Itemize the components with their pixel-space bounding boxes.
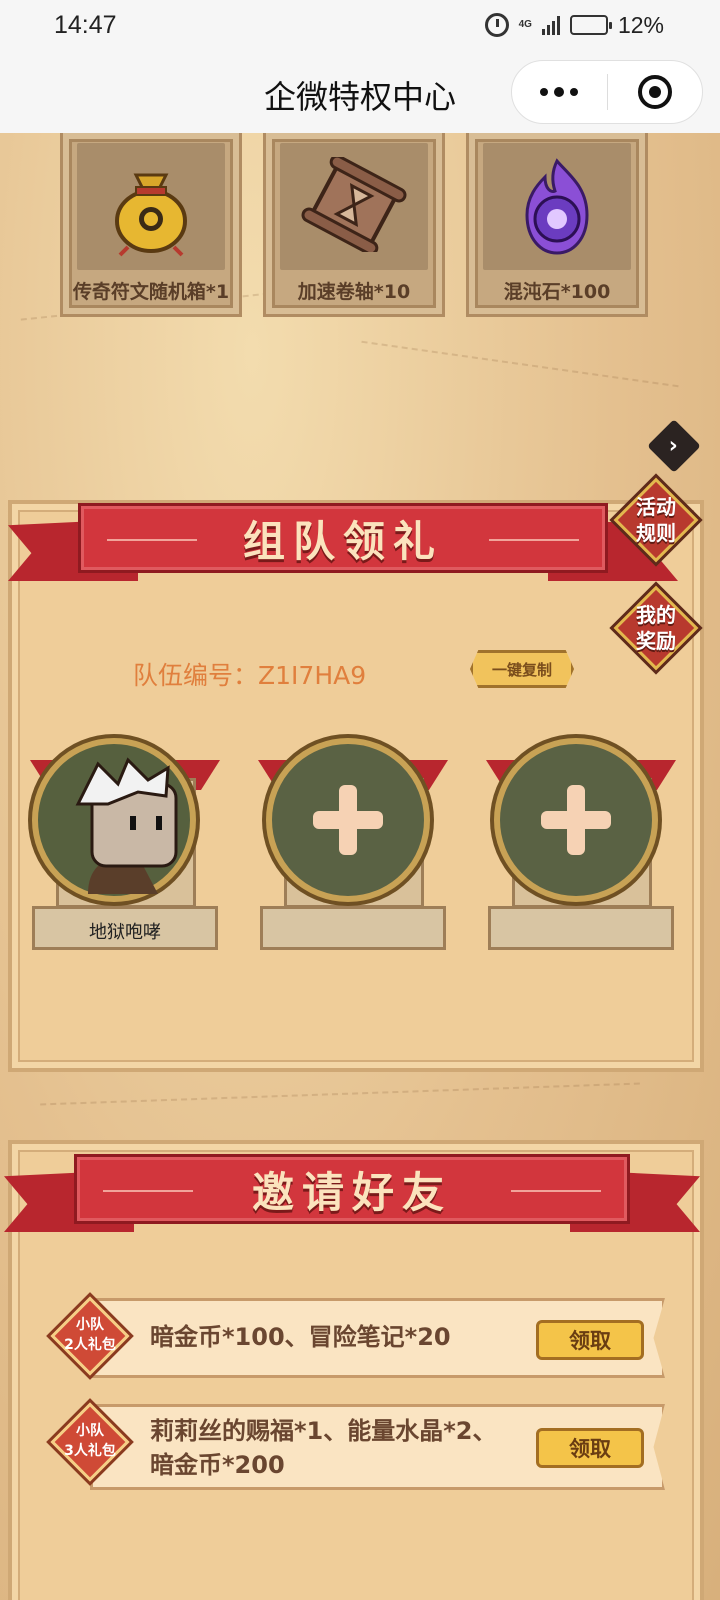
- copy-team-id-button[interactable]: 一键复制: [470, 650, 574, 688]
- plus-icon: [541, 785, 611, 855]
- reward-label: 传奇符文随机箱*1: [72, 281, 230, 303]
- activity-rules-label: 活动 规则: [636, 495, 676, 545]
- battery-percent: 12%: [617, 11, 664, 38]
- gift-contents: 莉莉丝的赐福*1、能量水晶*2、 暗金币*200: [150, 1417, 497, 1479]
- title-bar: 企微特权中心: [0, 50, 720, 133]
- invite-member-button[interactable]: [494, 738, 658, 902]
- mini-program-capsule: [511, 60, 703, 124]
- invite-section-title: 邀请好友: [251, 1167, 452, 1217]
- my-rewards-button[interactable]: 我的 奖励: [613, 585, 699, 671]
- claim-button[interactable]: 领取: [536, 1428, 644, 1468]
- gift-badge: 小队 2人礼包: [50, 1296, 130, 1376]
- target-icon: [637, 75, 672, 109]
- member-slot-2: [258, 738, 448, 958]
- gift-row-3-person: 小队 3人礼包 莉莉丝的赐福*1、能量水晶*2、 暗金币*200 领取: [50, 1400, 665, 1490]
- team-id-value: Z1I7HA9: [258, 661, 367, 690]
- team-id-label: 队伍编号：: [133, 661, 259, 690]
- gift-contents: 暗金币*100、冒险笔记*20: [150, 1323, 451, 1351]
- reward-label: 加速卷轴*10: [297, 281, 411, 303]
- member-slot-3: [486, 738, 676, 958]
- team-section-title: 组队领礼: [242, 516, 443, 566]
- chevron-right-icon: ›: [669, 433, 679, 459]
- activity-rules-button[interactable]: 活动 规则: [613, 477, 699, 563]
- gift-row-2-person: 小队 2人礼包 暗金币*100、冒险笔记*20 领取: [50, 1294, 665, 1380]
- plus-icon: [313, 785, 383, 855]
- treasure-bag-icon: [115, 173, 187, 257]
- signal-icon: [541, 15, 560, 35]
- purple-flame-icon: [525, 158, 589, 255]
- team-banner: 组队领礼: [8, 503, 678, 581]
- my-rewards-label: 我的 奖励: [636, 603, 676, 653]
- reward-card-rune-box: 传奇符文随机箱*1: [60, 133, 242, 317]
- battery-icon: [569, 15, 612, 35]
- status-indicators: 4G 12%: [484, 11, 664, 39]
- scroll-icon: [301, 157, 407, 252]
- reward-card-speed-scroll: 加速卷轴*10: [263, 133, 445, 317]
- member-slot-1: 地狱咆哮: [30, 738, 220, 958]
- reward-label: 混沌石*100: [503, 281, 611, 303]
- team-id-row: 队伍编号：Z1I7HA9: [133, 656, 366, 692]
- alarm-icon: [484, 13, 509, 37]
- reward-card-chaos-stone: 混沌石*100: [466, 133, 648, 317]
- invite-member-button[interactable]: [266, 738, 430, 902]
- claim-button[interactable]: 领取: [536, 1320, 644, 1360]
- invite-banner: 邀请好友: [4, 1154, 700, 1232]
- status-time: 14:47: [54, 10, 117, 39]
- network-type: 4G: [518, 19, 532, 30]
- gift-badge: 小队 3人礼包: [50, 1402, 130, 1482]
- avatar[interactable]: [32, 738, 196, 902]
- character-avatar-icon: [75, 757, 178, 894]
- status-bar: 14:47 4G 12%: [0, 0, 720, 50]
- close-mini-program-button[interactable]: [607, 61, 702, 123]
- more-options-button[interactable]: [512, 61, 607, 123]
- member-name: 地狱咆哮: [89, 922, 161, 943]
